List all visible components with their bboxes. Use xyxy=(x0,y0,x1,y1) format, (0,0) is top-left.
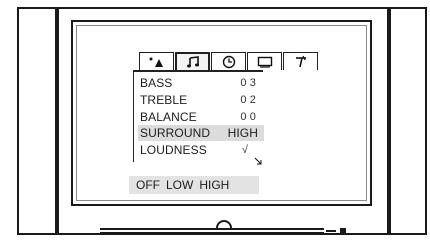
tab-picture[interactable] xyxy=(139,52,174,70)
menu-item-value: HIGH xyxy=(227,126,258,140)
surround-options-bar: OFF LOW HIGH xyxy=(129,176,259,194)
menu-item-treble[interactable]: TREBLE 0 2 xyxy=(140,92,262,108)
menu-item-surround[interactable]: SURROUND HIGH xyxy=(138,125,264,141)
menu-item-value: 0 0 xyxy=(240,111,256,123)
menu-item-balance[interactable]: BALANCE 0 0 xyxy=(140,109,262,125)
menu-item-label: LOUDNESS xyxy=(140,143,207,157)
clock-icon xyxy=(222,55,236,69)
menu-item-label: BALANCE xyxy=(140,110,197,124)
option-high[interactable]: HIGH xyxy=(199,178,229,192)
tab-timer[interactable] xyxy=(211,52,246,70)
right-speaker-panel xyxy=(389,7,427,235)
antenna-icon xyxy=(294,55,308,69)
menu-item-value: 0 3 xyxy=(240,77,256,89)
menu-item-bass[interactable]: BASS 0 3 xyxy=(140,75,262,91)
menu-item-label: SURROUND xyxy=(140,126,211,140)
cursor-icon xyxy=(254,152,262,170)
menu-item-loudness[interactable]: LOUDNESS √ xyxy=(140,142,262,158)
picture-icon xyxy=(148,56,166,68)
left-speaker-panel xyxy=(17,7,57,235)
stand-indicator xyxy=(340,228,346,234)
menu-item-label: BASS xyxy=(140,76,173,90)
option-off[interactable]: OFF xyxy=(136,178,160,192)
sound-menu: BASS 0 3 TREBLE 0 2 BALANCE 0 0 SURROUND… xyxy=(133,70,264,165)
option-low[interactable]: LOW xyxy=(166,178,193,192)
menu-item-value: 0 2 xyxy=(240,94,256,106)
osd-tab-bar xyxy=(139,52,319,70)
screen-icon xyxy=(257,56,273,68)
menu-item-label: TREBLE xyxy=(140,93,188,107)
tab-screen[interactable] xyxy=(247,52,282,70)
tab-sound[interactable] xyxy=(175,52,210,70)
tab-channel[interactable] xyxy=(283,52,318,70)
tv-stand xyxy=(100,228,324,234)
stand-dash xyxy=(326,230,336,232)
music-note-icon xyxy=(186,56,200,68)
